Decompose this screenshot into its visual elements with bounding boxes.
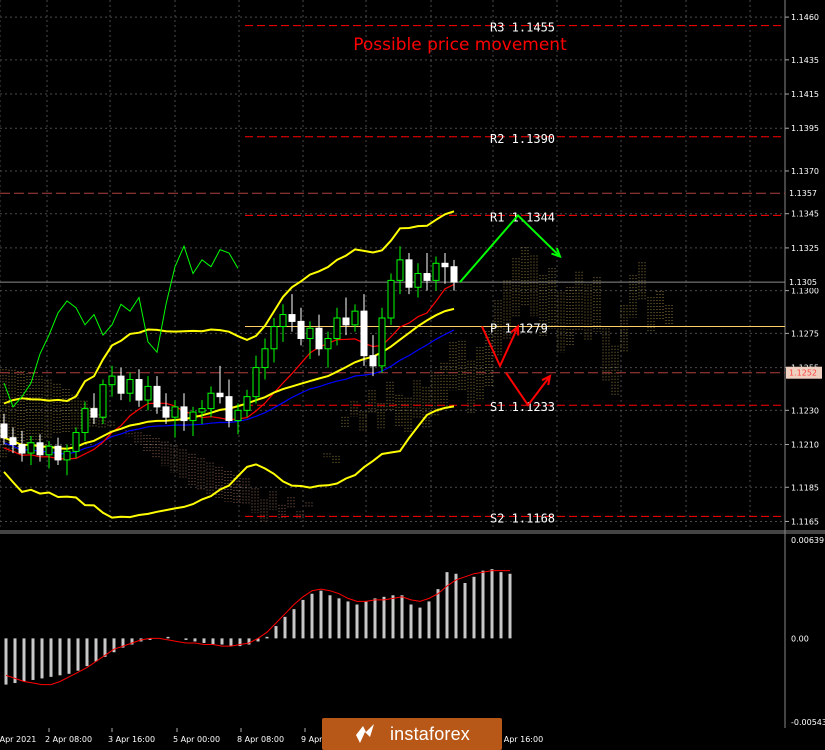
candle-body [279, 314, 287, 328]
candle-body [297, 320, 305, 340]
candle-body [72, 432, 80, 452]
bollinger-upper [3, 210, 455, 405]
candle-body [252, 367, 260, 398]
candle-body [234, 409, 242, 422]
candle-body [54, 445, 62, 461]
candlesticks [0, 246, 458, 476]
candle-body [126, 379, 134, 394]
candle-body [414, 273, 422, 288]
moving-average-line [3, 283, 455, 460]
price-tick-label: 1.1345 [791, 210, 819, 219]
candle-body [162, 406, 170, 418]
level-label-r3: R3 1.1455 [490, 21, 555, 35]
candle-body [405, 259, 413, 288]
logo-text: instaforex [389, 723, 471, 744]
candle-body [198, 408, 206, 413]
price-tick-label: 1.1210 [791, 441, 819, 450]
candle-body [0, 423, 8, 439]
candle-body [9, 437, 17, 446]
candle-body [351, 310, 359, 326]
level-label-s1: S1 1.1233 [490, 400, 555, 414]
price-tick-label: 1.1275 [791, 329, 819, 338]
candle-body [36, 442, 44, 456]
candle-body [396, 259, 404, 281]
price-tag: 1.1305 [789, 278, 817, 287]
candle-body [342, 317, 350, 326]
price-tick-label: 1.1395 [791, 124, 819, 133]
candle-body [288, 314, 296, 322]
candle-body [45, 445, 53, 456]
level-label-r2: R2 1.1390 [490, 132, 555, 146]
candle-body [387, 279, 395, 319]
price-tick-label: 1.1435 [791, 56, 819, 65]
candle-body [315, 327, 323, 350]
price-tick-label: 1.1460 [791, 13, 819, 22]
candle-body [432, 262, 440, 281]
candle-body [189, 411, 197, 422]
candle-body [90, 408, 98, 418]
candle-body [117, 375, 125, 394]
candle-body [360, 310, 368, 357]
time-label: 2 Apr 08:00 [45, 735, 92, 744]
candle-body [324, 338, 332, 350]
macd-tick-label: 0.00 [791, 634, 809, 643]
candle-body [261, 348, 269, 369]
candle-body [423, 273, 431, 281]
candle-body [27, 442, 35, 454]
candle-body [306, 327, 314, 340]
price-tick-label: 1.1185 [791, 483, 819, 492]
bollinger-middle [3, 307, 455, 450]
candle-body [270, 326, 278, 350]
candle-body [144, 385, 152, 401]
candle-body [81, 408, 89, 434]
candle-body [63, 450, 71, 461]
macd-tick-label: -0.00543 [791, 718, 825, 727]
price-tag: 1.1252 [789, 369, 817, 378]
candle-body [171, 406, 179, 418]
price-tick-label: 1.1415 [791, 90, 819, 99]
macd-signal-line [5, 570, 510, 686]
price-tick-label: 1.1325 [791, 244, 819, 253]
candle-body [135, 379, 143, 401]
price-chart: R3 1.1455R2 1.1390R1 1.1344P 1.1279S1 1.… [0, 0, 825, 744]
price-tick-label: 1.1230 [791, 406, 819, 415]
price-tick-label: 1.1165 [791, 517, 819, 526]
indicator-lines [3, 210, 455, 519]
forecast-arrows [459, 213, 562, 407]
macd-panel: 0.00639 0.00 -0.00543 [4, 536, 825, 727]
candle-body [369, 355, 377, 367]
candle-body [99, 384, 107, 418]
time-label: 1 Apr 2021 [0, 735, 36, 744]
candle-body [153, 385, 161, 408]
candle-body [243, 396, 251, 411]
candle-body [441, 262, 449, 268]
level-label-s2: S2 1.1168 [490, 511, 555, 525]
pivot-levels: R3 1.1455R2 1.1390R1 1.1344P 1.1279S1 1.… [0, 21, 785, 525]
level-label-r1: R1 1.1344 [490, 210, 555, 224]
instaforex-logo: instaforex [322, 718, 502, 750]
price-tag: 1.1357 [789, 189, 817, 198]
ichimoku-cloud [0, 247, 673, 522]
price-tick-label: 1.1370 [791, 167, 819, 176]
candle-body [378, 317, 386, 367]
candle-body [216, 392, 224, 398]
candle-body [333, 317, 341, 340]
time-label: 5 Apr 00:00 [173, 735, 220, 744]
candle-body [207, 392, 215, 410]
price-axis: 1.1460 1.1435 1.1415 1.1395 1.1370 1.1345 1.13… [785, 13, 822, 526]
candle-body [180, 406, 188, 422]
logo-mark-icon [355, 724, 374, 743]
candle-body [225, 396, 233, 422]
macd-tick-label: 0.00639 [791, 536, 824, 545]
time-label: 3 Apr 16:00 [108, 735, 155, 744]
forecast-arrow-up [459, 213, 561, 283]
time-label: 8 Apr 08:00 [237, 735, 284, 744]
candle-body [18, 444, 26, 454]
chart-title: Possible price movement [353, 35, 567, 55]
candle-body [108, 375, 116, 386]
candle-body [450, 266, 458, 283]
